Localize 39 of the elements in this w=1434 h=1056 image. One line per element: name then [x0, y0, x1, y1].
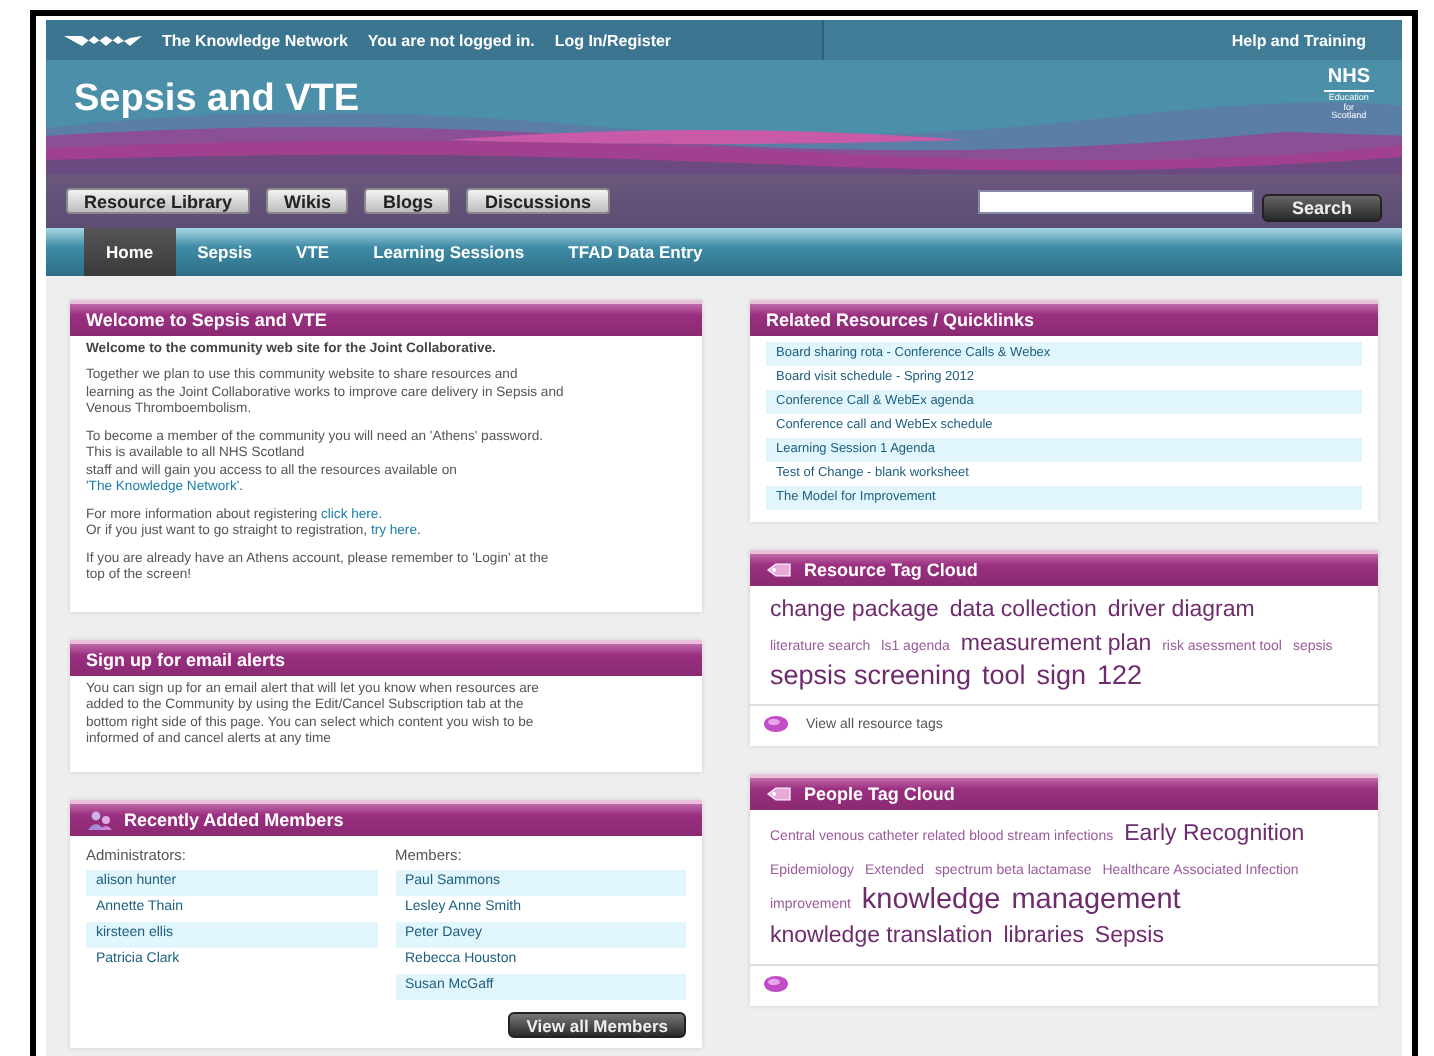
nav-tab[interactable]: TFAD Data Entry	[546, 228, 725, 276]
nav-tab[interactable]: Sepsis	[175, 228, 275, 276]
tag-link[interactable]: 122	[1096, 661, 1142, 690]
panel-title: Recently Added Members	[124, 809, 344, 830]
tag-link[interactable]: libraries	[1003, 923, 1084, 948]
section-button[interactable]: Resource Library	[66, 188, 251, 214]
section-button[interactable]: Discussions	[466, 188, 610, 214]
login-link[interactable]: Log In/Register	[554, 31, 672, 49]
nav-tab[interactable]: VTE	[274, 228, 352, 276]
nav-tab[interactable]: Home	[84, 228, 176, 276]
tag-link[interactable]: tool	[982, 661, 1026, 690]
search-field[interactable]	[978, 189, 1254, 213]
tag-link[interactable]: sign	[1036, 661, 1087, 690]
tag-link[interactable]: data collection	[949, 598, 1097, 623]
tag-link[interactable]: knowledge	[861, 885, 1001, 917]
site-title: Sepsis and VTE	[74, 80, 360, 122]
tag-link[interactable]: knowledge translation	[770, 923, 993, 948]
help-link[interactable]: Help and Training	[1231, 31, 1402, 49]
nav-tab[interactable]: Learning Sessions	[351, 228, 547, 276]
site-name[interactable]: The Knowledge Network	[162, 31, 348, 49]
view-members-button[interactable]: View all Members	[508, 1012, 686, 1039]
tag-link[interactable]: Sepsis	[1094, 923, 1164, 948]
panel-title: Sign up for email alerts	[70, 639, 702, 676]
tag-link[interactable]: Early Recognition	[1124, 822, 1305, 847]
tag-link[interactable]: driver diagram	[1107, 598, 1255, 623]
network-logo-icon	[62, 31, 142, 49]
panel-title: Resource Tag Cloud	[804, 560, 978, 580]
section-button[interactable]: Wikis	[266, 188, 349, 214]
section-button[interactable]: Blogs	[364, 188, 451, 214]
tag-link[interactable]: change package	[770, 598, 939, 623]
login-status: You are not logged in.	[367, 31, 535, 49]
people-icon	[86, 809, 112, 830]
tag-link[interactable]: measurement plan	[960, 631, 1152, 656]
panel-title: Related Resources / Quicklinks	[750, 300, 1378, 336]
panel-title: People Tag Cloud	[804, 784, 955, 805]
tag-link[interactable]: management	[1011, 885, 1181, 917]
search-button[interactable]: Search	[1262, 193, 1382, 221]
panel-title: Welcome to Sepsis and VTE	[70, 300, 702, 336]
tag-link[interactable]: sepsis screening	[770, 661, 972, 690]
